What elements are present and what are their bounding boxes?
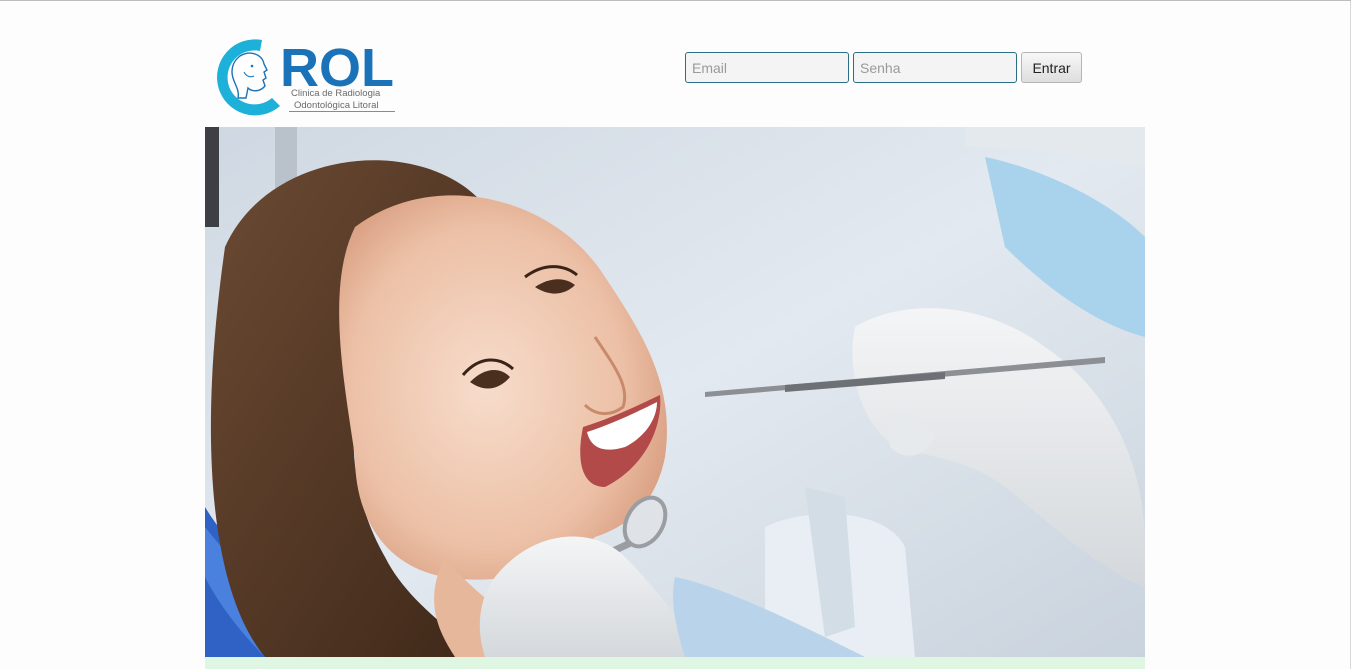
dental-patient-photo (205, 127, 1145, 657)
email-field[interactable] (685, 52, 849, 83)
hero-image (205, 127, 1145, 657)
content-strip (205, 657, 1145, 669)
logo-subtitle-line1: Clinica de Radiologia (291, 88, 381, 99)
page: ROL Clinica de Radiologia Odontológica L… (0, 0, 1351, 669)
site-header: ROL Clinica de Radiologia Odontológica L… (205, 31, 1145, 126)
password-field[interactable] (853, 52, 1017, 83)
clinic-logo[interactable]: ROL Clinica de Radiologia Odontológica L… (210, 36, 405, 118)
login-button[interactable]: Entrar (1021, 52, 1082, 83)
logo-underline (289, 111, 395, 112)
logo-subtitle-line2: Odontológica Litoral (294, 100, 379, 111)
